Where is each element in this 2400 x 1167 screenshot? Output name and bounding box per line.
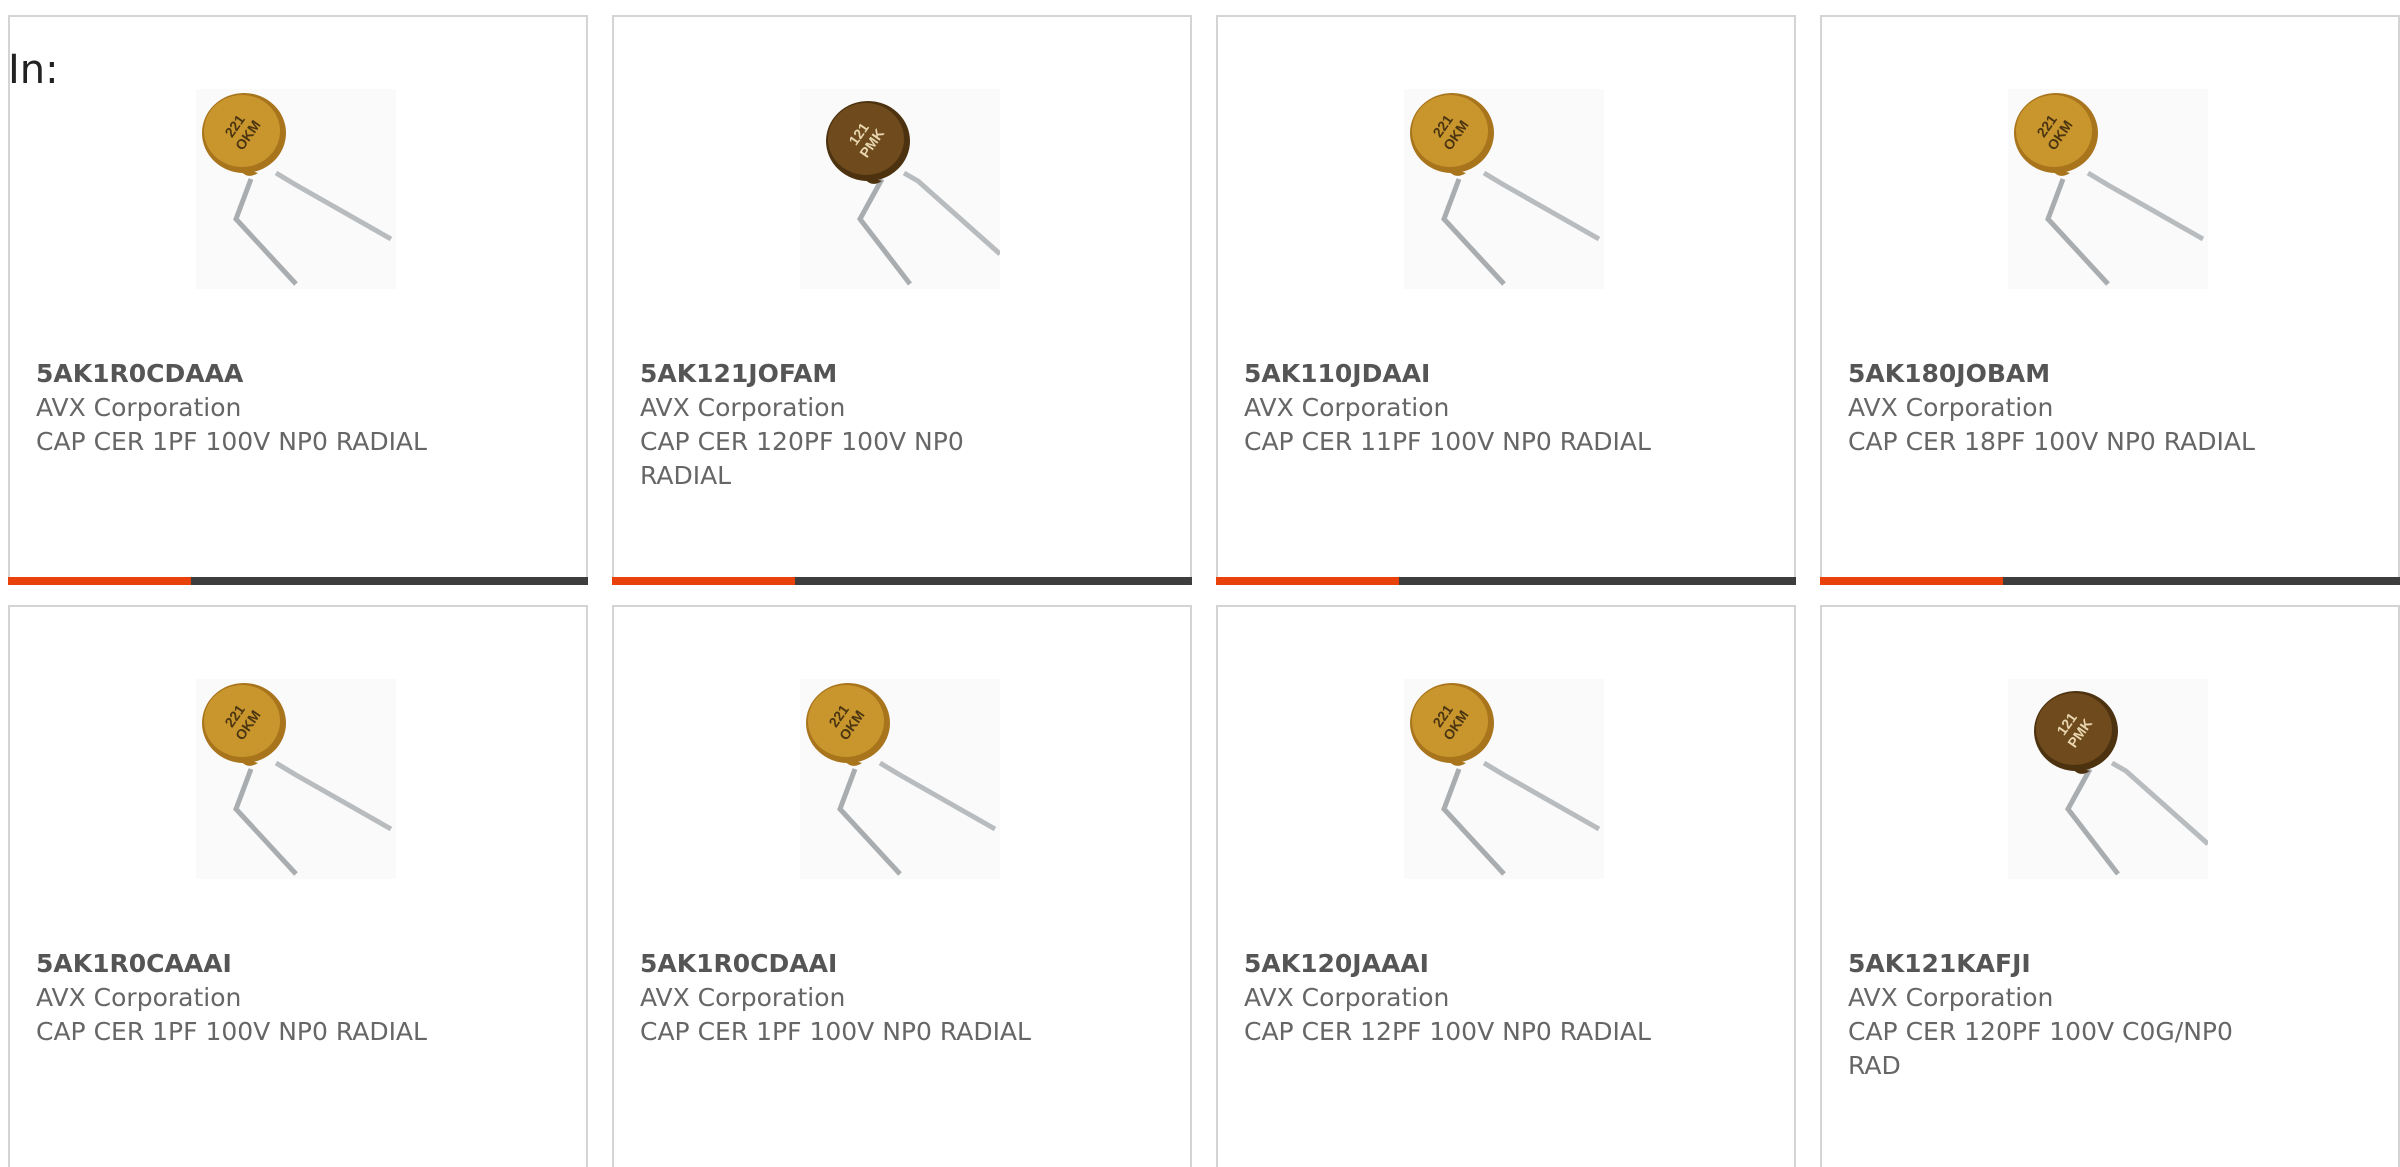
manufacturer: AVX Corporation bbox=[640, 393, 846, 422]
description: CAP CER 1PF 100V NP0 RADIAL bbox=[640, 1017, 1031, 1046]
manufacturer: AVX Corporation bbox=[1244, 983, 1450, 1012]
part-number: 5AK180JOBAM bbox=[1848, 359, 2051, 388]
card-progress-fill bbox=[1820, 577, 2003, 585]
manufacturer: AVX Corporation bbox=[36, 393, 242, 422]
description: CAP CER 1PF 100V NP0 RADIAL bbox=[36, 1017, 427, 1046]
part-number: 5AK1R0CAAAI bbox=[36, 949, 232, 978]
card-progress-bar bbox=[1216, 577, 1796, 585]
manufacturer: AVX Corporation bbox=[1848, 393, 2054, 422]
manufacturer: AVX Corporation bbox=[1244, 393, 1450, 422]
product-card[interactable]: 221 OKM 5AK110JDAAI AVX Corporation CAP … bbox=[1216, 15, 1796, 585]
ceramic-capacitor-icon: 121 PMK bbox=[2008, 679, 2208, 879]
card-progress-fill bbox=[1216, 577, 1399, 585]
product-card[interactable]: 121 PMK 5AK121JOFAM AVX Corporation CAP … bbox=[612, 15, 1192, 585]
card-progress-bar bbox=[612, 577, 1192, 585]
part-number: 5AK110JDAAI bbox=[1244, 359, 1431, 388]
ceramic-capacitor-icon: 221 OKM bbox=[1404, 89, 1604, 289]
part-number: 5AK121KAFJI bbox=[1848, 949, 2031, 978]
ceramic-capacitor-icon: 221 OKM bbox=[1404, 679, 1604, 879]
ceramic-capacitor-icon: 221 OKM bbox=[196, 679, 396, 879]
product-info: 5AK1R0CAAAI AVX Corporation CAP CER 1PF … bbox=[36, 947, 456, 1049]
product-card[interactable]: 221 OKM 5AK1R0CDAAI AVX Corporation CAP … bbox=[612, 605, 1192, 1167]
description: CAP CER 12PF 100V NP0 RADIAL bbox=[1244, 1017, 1651, 1046]
product-info: 5AK120JAAAI AVX Corporation CAP CER 12PF… bbox=[1244, 947, 1664, 1049]
product-card[interactable]: 221 OKM 5AK1R0CAAAI AVX Corporation CAP … bbox=[8, 605, 588, 1167]
product-card[interactable]: 221 OKM 5AK180JOBAM AVX Corporation CAP … bbox=[1820, 15, 2400, 585]
card-progress-fill bbox=[612, 577, 795, 585]
ceramic-capacitor-icon: 121 PMK bbox=[800, 89, 1000, 289]
product-info: 5AK1R0CDAAA AVX Corporation CAP CER 1PF … bbox=[36, 357, 456, 459]
product-info: 5AK121KAFJI AVX Corporation CAP CER 120P… bbox=[1848, 947, 2268, 1083]
part-number: 5AK1R0CDAAA bbox=[36, 359, 244, 388]
ceramic-capacitor-icon: 221 OKM bbox=[196, 89, 396, 289]
description: CAP CER 11PF 100V NP0 RADIAL bbox=[1244, 427, 1651, 456]
card-progress-bar bbox=[8, 577, 588, 585]
description: CAP CER 1PF 100V NP0 RADIAL bbox=[36, 427, 427, 456]
page: In: 221 OKM 5AK1R0CDAAA AVX Corporation … bbox=[0, 0, 2400, 1167]
product-info: 5AK121JOFAM AVX Corporation CAP CER 120P… bbox=[640, 357, 1060, 493]
product-card[interactable]: 221 OKM 5AK1R0CDAAA AVX Corporation CAP … bbox=[8, 15, 588, 585]
product-info: 5AK180JOBAM AVX Corporation CAP CER 18PF… bbox=[1848, 357, 2268, 459]
manufacturer: AVX Corporation bbox=[1848, 983, 2054, 1012]
product-card[interactable]: 121 PMK 5AK121KAFJI AVX Corporation CAP … bbox=[1820, 605, 2400, 1167]
ceramic-capacitor-icon: 221 OKM bbox=[2008, 89, 2208, 289]
manufacturer: AVX Corporation bbox=[36, 983, 242, 1012]
card-progress-fill bbox=[8, 577, 191, 585]
card-progress-bar bbox=[1820, 577, 2400, 585]
description: CAP CER 120PF 100V NP0 RADIAL bbox=[640, 427, 964, 490]
product-grid: 221 OKM 5AK1R0CDAAA AVX Corporation CAP … bbox=[8, 15, 2400, 1167]
description: CAP CER 120PF 100V C0G/NP0 RAD bbox=[1848, 1017, 2233, 1080]
product-info: 5AK110JDAAI AVX Corporation CAP CER 11PF… bbox=[1244, 357, 1664, 459]
description: CAP CER 18PF 100V NP0 RADIAL bbox=[1848, 427, 2255, 456]
in-label: In: bbox=[8, 47, 59, 93]
manufacturer: AVX Corporation bbox=[640, 983, 846, 1012]
product-info: 5AK1R0CDAAI AVX Corporation CAP CER 1PF … bbox=[640, 947, 1060, 1049]
ceramic-capacitor-icon: 221 OKM bbox=[800, 679, 1000, 879]
part-number: 5AK120JAAAI bbox=[1244, 949, 1429, 978]
part-number: 5AK1R0CDAAI bbox=[640, 949, 838, 978]
part-number: 5AK121JOFAM bbox=[640, 359, 838, 388]
product-card[interactable]: 221 OKM 5AK120JAAAI AVX Corporation CAP … bbox=[1216, 605, 1796, 1167]
